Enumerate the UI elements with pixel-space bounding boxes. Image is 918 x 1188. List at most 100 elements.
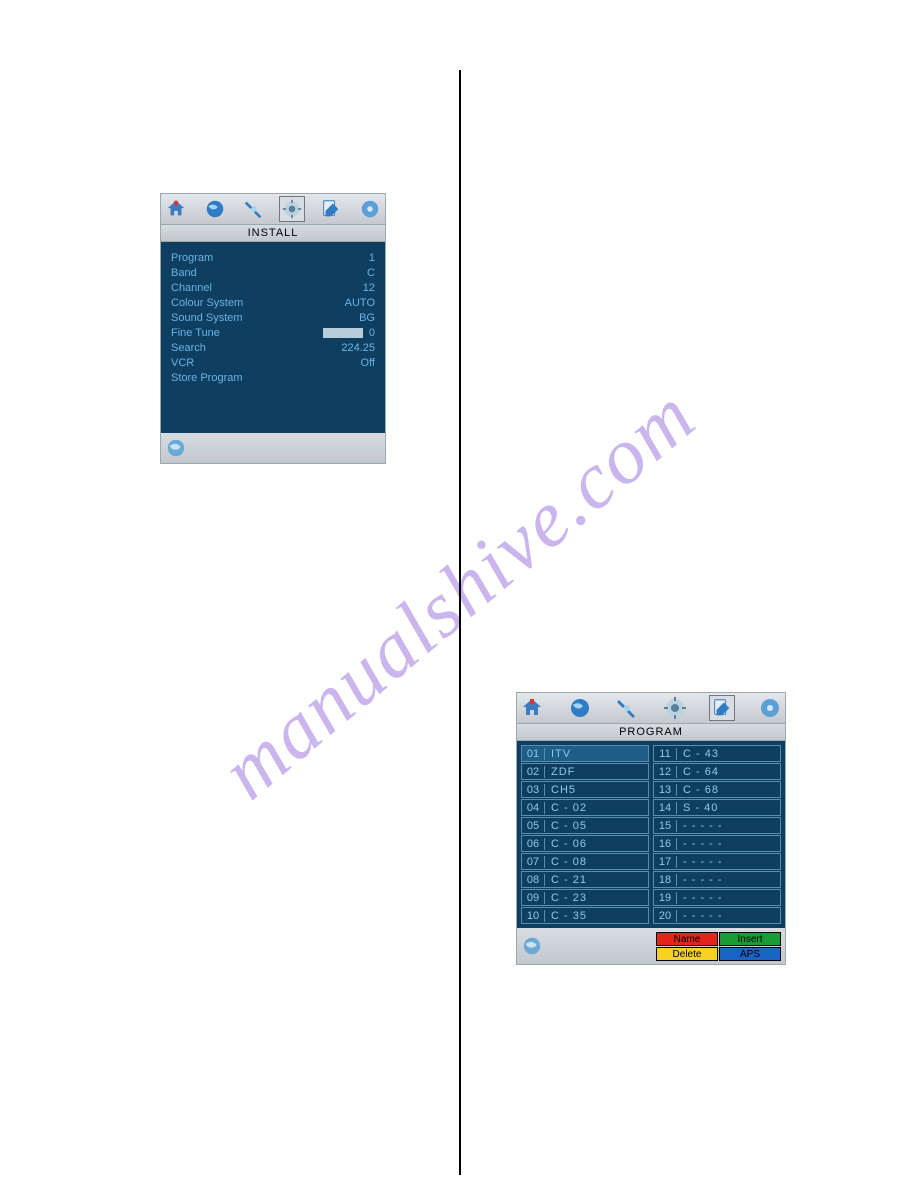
program-row[interactable]: 13C - 68 <box>653 781 781 798</box>
program-number: 02 <box>522 766 545 778</box>
home-icon[interactable] <box>163 196 189 222</box>
program-number: 12 <box>654 766 677 778</box>
row-sound-system[interactable]: Sound System BG <box>171 310 375 325</box>
tools-icon[interactable] <box>614 695 640 721</box>
program-number: 18 <box>654 874 677 886</box>
program-row[interactable]: 20- - - - - <box>653 907 781 924</box>
program-number: 13 <box>654 784 677 796</box>
globe-small-icon <box>521 935 543 957</box>
program-menu: PROGRAM 01ITV02ZDF03CH504C - 0205C - 050… <box>516 692 786 965</box>
program-row[interactable]: 06C - 06 <box>521 835 649 852</box>
program-name: C - 68 <box>677 784 719 796</box>
program-list: 01ITV02ZDF03CH504C - 0205C - 0506C - 060… <box>521 745 781 924</box>
program-number: 03 <box>522 784 545 796</box>
program-number: 05 <box>522 820 545 832</box>
name-button[interactable]: Name <box>656 932 718 946</box>
program-name: C - 02 <box>545 802 587 814</box>
program-number: 08 <box>522 874 545 886</box>
program-row[interactable]: 08C - 21 <box>521 871 649 888</box>
program-number: 17 <box>654 856 677 868</box>
page: manualshive.com INSTALL <box>0 0 918 1188</box>
program-name: C - 64 <box>677 766 719 778</box>
pencil-icon[interactable] <box>318 196 344 222</box>
row-band[interactable]: Band C <box>171 265 375 280</box>
program-row[interactable]: 03CH5 <box>521 781 649 798</box>
row-value: 12 <box>363 282 375 294</box>
globe-icon[interactable] <box>202 196 228 222</box>
program-row[interactable]: 09C - 23 <box>521 889 649 906</box>
program-buttons: Name Insert Delete APS <box>656 932 781 961</box>
tools-icon[interactable] <box>241 196 267 222</box>
delete-button[interactable]: Delete <box>656 947 718 961</box>
pencil-icon[interactable] <box>709 695 735 721</box>
program-name: - - - - - <box>677 874 723 886</box>
row-vcr[interactable]: VCR Off <box>171 355 375 370</box>
row-value: AUTO <box>345 297 375 309</box>
program-name: C - 21 <box>545 874 587 886</box>
row-colour-system[interactable]: Colour System AUTO <box>171 295 375 310</box>
program-number: 16 <box>654 838 677 850</box>
program-number: 01 <box>522 748 545 760</box>
program-row[interactable]: 04C - 02 <box>521 799 649 816</box>
row-channel[interactable]: Channel 12 <box>171 280 375 295</box>
program-tabs <box>517 693 785 724</box>
program-row[interactable]: 16- - - - - <box>653 835 781 852</box>
program-row[interactable]: 11C - 43 <box>653 745 781 762</box>
program-name: C - 08 <box>545 856 587 868</box>
row-fine-tune[interactable]: Fine Tune 0 <box>171 325 375 340</box>
row-value: C <box>367 267 375 279</box>
install-title: INSTALL <box>161 225 385 242</box>
program-name: ZDF <box>545 766 575 778</box>
program-row[interactable]: 14S - 40 <box>653 799 781 816</box>
row-value: Off <box>361 357 375 369</box>
program-row[interactable]: 10C - 35 <box>521 907 649 924</box>
gear-icon[interactable] <box>662 695 688 721</box>
gear-icon[interactable] <box>279 196 305 222</box>
globe-icon[interactable] <box>567 695 593 721</box>
program-row[interactable]: 05C - 05 <box>521 817 649 834</box>
program-name: C - 23 <box>545 892 587 904</box>
row-search[interactable]: Search 224.25 <box>171 340 375 355</box>
row-store-program[interactable]: Store Program <box>171 370 375 385</box>
program-name: - - - - - <box>677 910 723 922</box>
home-icon[interactable] <box>519 695 545 721</box>
program-number: 11 <box>654 748 677 760</box>
disc-icon[interactable] <box>757 695 783 721</box>
globe-small-icon <box>165 437 187 459</box>
insert-button[interactable]: Insert <box>719 932 781 946</box>
install-menu: INSTALL Program 1 Band C Channel 12 Colo… <box>160 193 386 464</box>
fine-tune-slider[interactable] <box>323 328 363 338</box>
program-row[interactable]: 18- - - - - <box>653 871 781 888</box>
program-number: 06 <box>522 838 545 850</box>
program-bottom: Name Insert Delete APS <box>517 928 785 964</box>
column-divider <box>459 70 461 1175</box>
row-label: Store Program <box>171 372 243 384</box>
program-number: 14 <box>654 802 677 814</box>
program-number: 19 <box>654 892 677 904</box>
program-row[interactable]: 02ZDF <box>521 763 649 780</box>
program-row[interactable]: 15- - - - - <box>653 817 781 834</box>
row-program[interactable]: Program 1 <box>171 250 375 265</box>
program-row[interactable]: 19- - - - - <box>653 889 781 906</box>
program-number: 15 <box>654 820 677 832</box>
disc-icon[interactable] <box>357 196 383 222</box>
program-row[interactable]: 12C - 64 <box>653 763 781 780</box>
row-value: 224.25 <box>341 342 375 354</box>
program-number: 20 <box>654 910 677 922</box>
program-name: ITV <box>545 748 571 760</box>
row-label: Program <box>171 252 213 264</box>
program-col-right: 11C - 4312C - 6413C - 6814S - 4015- - - … <box>653 745 781 924</box>
program-name: C - 05 <box>545 820 587 832</box>
install-spacer <box>171 385 375 421</box>
program-row[interactable]: 07C - 08 <box>521 853 649 870</box>
aps-button[interactable]: APS <box>719 947 781 961</box>
row-label: Search <box>171 342 206 354</box>
program-row[interactable]: 17- - - - - <box>653 853 781 870</box>
program-name: C - 35 <box>545 910 587 922</box>
program-name: C - 43 <box>677 748 719 760</box>
row-label: Band <box>171 267 197 279</box>
program-row[interactable]: 01ITV <box>521 745 649 762</box>
program-name: - - - - - <box>677 820 723 832</box>
program-name: - - - - - <box>677 892 723 904</box>
program-number: 04 <box>522 802 545 814</box>
